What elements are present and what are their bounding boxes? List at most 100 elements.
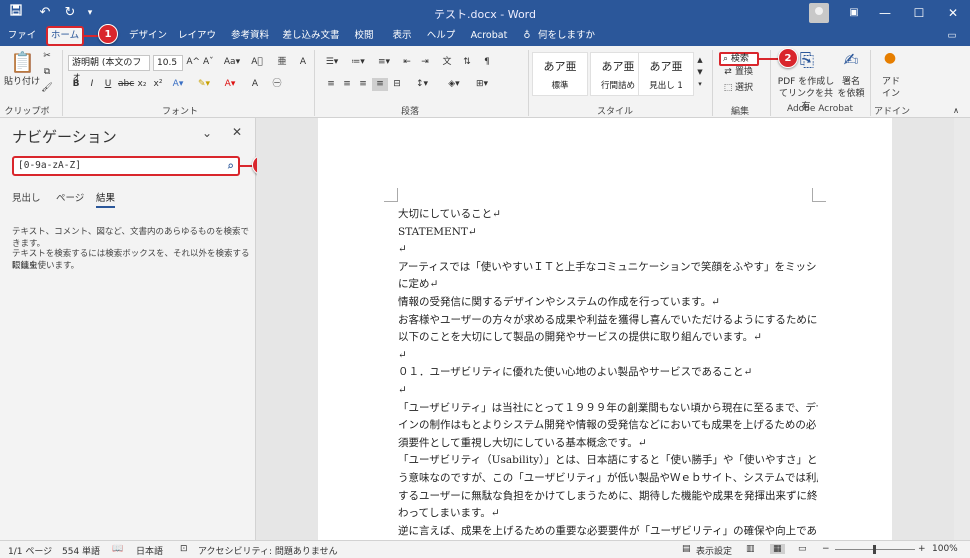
- word-count[interactable]: 554 単語: [62, 544, 100, 557]
- styles-gallery-scroll-icon[interactable]: ▲ ▼ ▾: [695, 54, 705, 90]
- font-size-grow-shrink-icon[interactable]: A^ Aˇ: [186, 56, 214, 69]
- close-button[interactable]: ✕: [936, 0, 970, 26]
- tab-home[interactable]: ホーム: [46, 26, 84, 46]
- request-signature-label-2[interactable]: を依頼: [836, 88, 866, 101]
- tab-layout[interactable]: レイアウト: [174, 26, 220, 61]
- tab-view[interactable]: 表示: [388, 26, 416, 46]
- account-avatar[interactable]: [809, 3, 829, 23]
- zoom-slider-knob[interactable]: [873, 545, 876, 554]
- sort-icon[interactable]: ⇅: [460, 56, 474, 69]
- focus-icon[interactable]: ▤: [682, 544, 691, 554]
- document-line[interactable]: わってしまいます。↵: [398, 505, 818, 523]
- clear-format-icon[interactable]: A⃠: [248, 56, 266, 69]
- nav-search-input[interactable]: [0-9a-zA-Z] ⌕: [12, 156, 240, 176]
- document-page[interactable]: 大切にしていること↵ STATEMENT↵ ↵ アーティスでは「使いやすいＩＴと上手な…: [318, 118, 892, 540]
- macro-icon[interactable]: ⊡: [180, 544, 188, 554]
- document-line[interactable]: 「ユーザビリティ」は当社にとって１９９９年の創業間もない頃から現在に至るまで、デ…: [398, 400, 818, 418]
- underline-icon[interactable]: U: [102, 78, 114, 91]
- enclose-char-icon[interactable]: ㊀: [270, 78, 284, 91]
- asian-layout-icon[interactable]: 文: [440, 56, 454, 69]
- bold-icon[interactable]: B: [70, 78, 82, 91]
- document-line[interactable]: するユーザーに無駄な負担をかけてしまうために、期待した機能や成果を発揮出来ずに終: [398, 488, 818, 506]
- tab-file[interactable]: ファイル: [4, 26, 40, 61]
- strikethrough-icon[interactable]: abc: [118, 78, 134, 91]
- borders-icon[interactable]: ⊞▾: [472, 78, 492, 91]
- request-signature-icon[interactable]: ✍: [840, 50, 862, 72]
- tab-references[interactable]: 参考資料: [227, 26, 273, 46]
- document-line[interactable]: ↵: [398, 241, 818, 259]
- document-line[interactable]: お客様やユーザーの方々が求める成果や利益を獲得し喜んでいただけるようにするために…: [398, 312, 818, 330]
- read-mode-icon[interactable]: ▥: [746, 544, 755, 554]
- zoom-level[interactable]: 100%: [932, 544, 958, 554]
- document-line[interactable]: 情報の受発信に関するデザインやシステムの作成を行っています。↵: [398, 294, 818, 312]
- add-ins-icon[interactable]: ●: [882, 51, 898, 65]
- display-settings[interactable]: 表示設定: [696, 544, 732, 557]
- change-case-icon[interactable]: Aa▾: [222, 56, 242, 69]
- document-line[interactable]: ０１．ユーザビリティに優れた使い心地のよい製品やサービスであること↵: [398, 364, 818, 382]
- copy-icon[interactable]: ⧉: [40, 66, 54, 79]
- search-icon[interactable]: ⌕: [227, 158, 234, 174]
- chevron-down-icon[interactable]: ⌄: [202, 126, 212, 140]
- increase-indent-icon[interactable]: ⇥: [418, 56, 432, 69]
- tab-acrobat[interactable]: Acrobat: [466, 26, 512, 46]
- line-spacing-icon[interactable]: ↕▾: [412, 78, 432, 91]
- format-painter-icon[interactable]: 🖌: [40, 82, 54, 95]
- style-heading-1[interactable]: あア亜 見出し 1: [638, 52, 694, 96]
- replace-icon[interactable]: ⇄: [721, 66, 735, 79]
- document-line[interactable]: に定め↵: [398, 276, 818, 294]
- document-line[interactable]: 逆に言えば、成果を上げるための重要な必要要件が「ユーザビリティ」の確保や向上であ…: [398, 523, 818, 540]
- ribbon-display-icon[interactable]: ▣: [847, 3, 861, 23]
- char-shading-icon[interactable]: A: [248, 78, 262, 91]
- select-button[interactable]: 選択: [735, 82, 765, 95]
- distributed-icon[interactable]: ⊟: [390, 78, 404, 91]
- close-icon[interactable]: ✕: [232, 125, 242, 139]
- add-ins-label-2[interactable]: イン: [876, 88, 906, 101]
- subscript-icon[interactable]: x₂: [136, 78, 148, 91]
- zoom-in-icon[interactable]: +: [918, 544, 926, 554]
- web-layout-icon[interactable]: ▭: [798, 544, 807, 554]
- font-name-combo[interactable]: 游明朝 (本文のフォ: [68, 55, 150, 82]
- document-line[interactable]: インの制作はもとよりシステム開発や情報の受発信などにおいても成果を上げるための必: [398, 417, 818, 435]
- vertical-scrollbar[interactable]: [954, 118, 970, 540]
- paste-label[interactable]: 貼り付け: [4, 76, 40, 89]
- select-icon[interactable]: ⬚: [721, 82, 735, 95]
- tell-me-search[interactable]: 何をしますか: [538, 26, 598, 46]
- document-line[interactable]: 須要件として重視し大切にしている基本概念です。↵: [398, 435, 818, 453]
- align-right-icon[interactable]: ≡: [356, 78, 370, 91]
- font-size-combo[interactable]: 10.5: [153, 55, 183, 71]
- print-layout-icon[interactable]: ▦: [770, 544, 785, 554]
- justify-icon[interactable]: ≡: [372, 78, 388, 91]
- italic-icon[interactable]: I: [86, 78, 98, 91]
- language[interactable]: 日本語: [136, 544, 163, 557]
- accessibility-status[interactable]: アクセシビリティ: 問題ありません: [198, 544, 338, 557]
- numbering-icon[interactable]: ≔▾: [348, 56, 368, 69]
- cut-icon[interactable]: ✂: [40, 50, 54, 63]
- zoom-out-icon[interactable]: −: [822, 544, 830, 554]
- collapse-ribbon-icon[interactable]: ∧: [950, 104, 962, 117]
- paste-icon[interactable]: 📋: [10, 50, 35, 74]
- replace-button[interactable]: 置換: [735, 66, 765, 79]
- tab-pages[interactable]: ページ: [56, 190, 84, 204]
- shading-icon[interactable]: ◈▾: [444, 78, 464, 91]
- comments-icon[interactable]: ▭: [944, 26, 960, 46]
- multilevel-list-icon[interactable]: ≡▾: [374, 56, 394, 69]
- style-normal[interactable]: あア亜 標準: [532, 52, 588, 96]
- document-text[interactable]: 大切にしていること↵ STATEMENT↵ ↵ アーティスでは「使いやすいＩＴと上手な…: [398, 206, 818, 540]
- text-effects-icon[interactable]: A▾: [170, 78, 186, 91]
- pdf-create-icon[interactable]: ⎘: [796, 50, 818, 72]
- document-line[interactable]: 大切にしていること↵: [398, 206, 818, 224]
- superscript-icon[interactable]: x²: [152, 78, 164, 91]
- maximize-button[interactable]: ☐: [902, 0, 936, 26]
- tab-results[interactable]: 結果: [96, 190, 116, 208]
- minimize-button[interactable]: —: [868, 0, 902, 26]
- phonetic-guide-icon[interactable]: 亜: [274, 56, 290, 69]
- document-line[interactable]: ↵: [398, 347, 818, 365]
- document-line[interactable]: STATEMENT↵: [398, 224, 818, 242]
- tab-design[interactable]: デザイン: [128, 26, 168, 46]
- highlight-icon[interactable]: ✎▾: [196, 78, 212, 91]
- show-marks-icon[interactable]: ¶: [480, 56, 494, 69]
- bullets-icon[interactable]: ☰▾: [322, 56, 342, 69]
- tab-review[interactable]: 校閲: [350, 26, 378, 46]
- find-button[interactable]: ⌕ 検索: [719, 52, 759, 66]
- tab-mailings[interactable]: 差し込み文書: [282, 26, 340, 46]
